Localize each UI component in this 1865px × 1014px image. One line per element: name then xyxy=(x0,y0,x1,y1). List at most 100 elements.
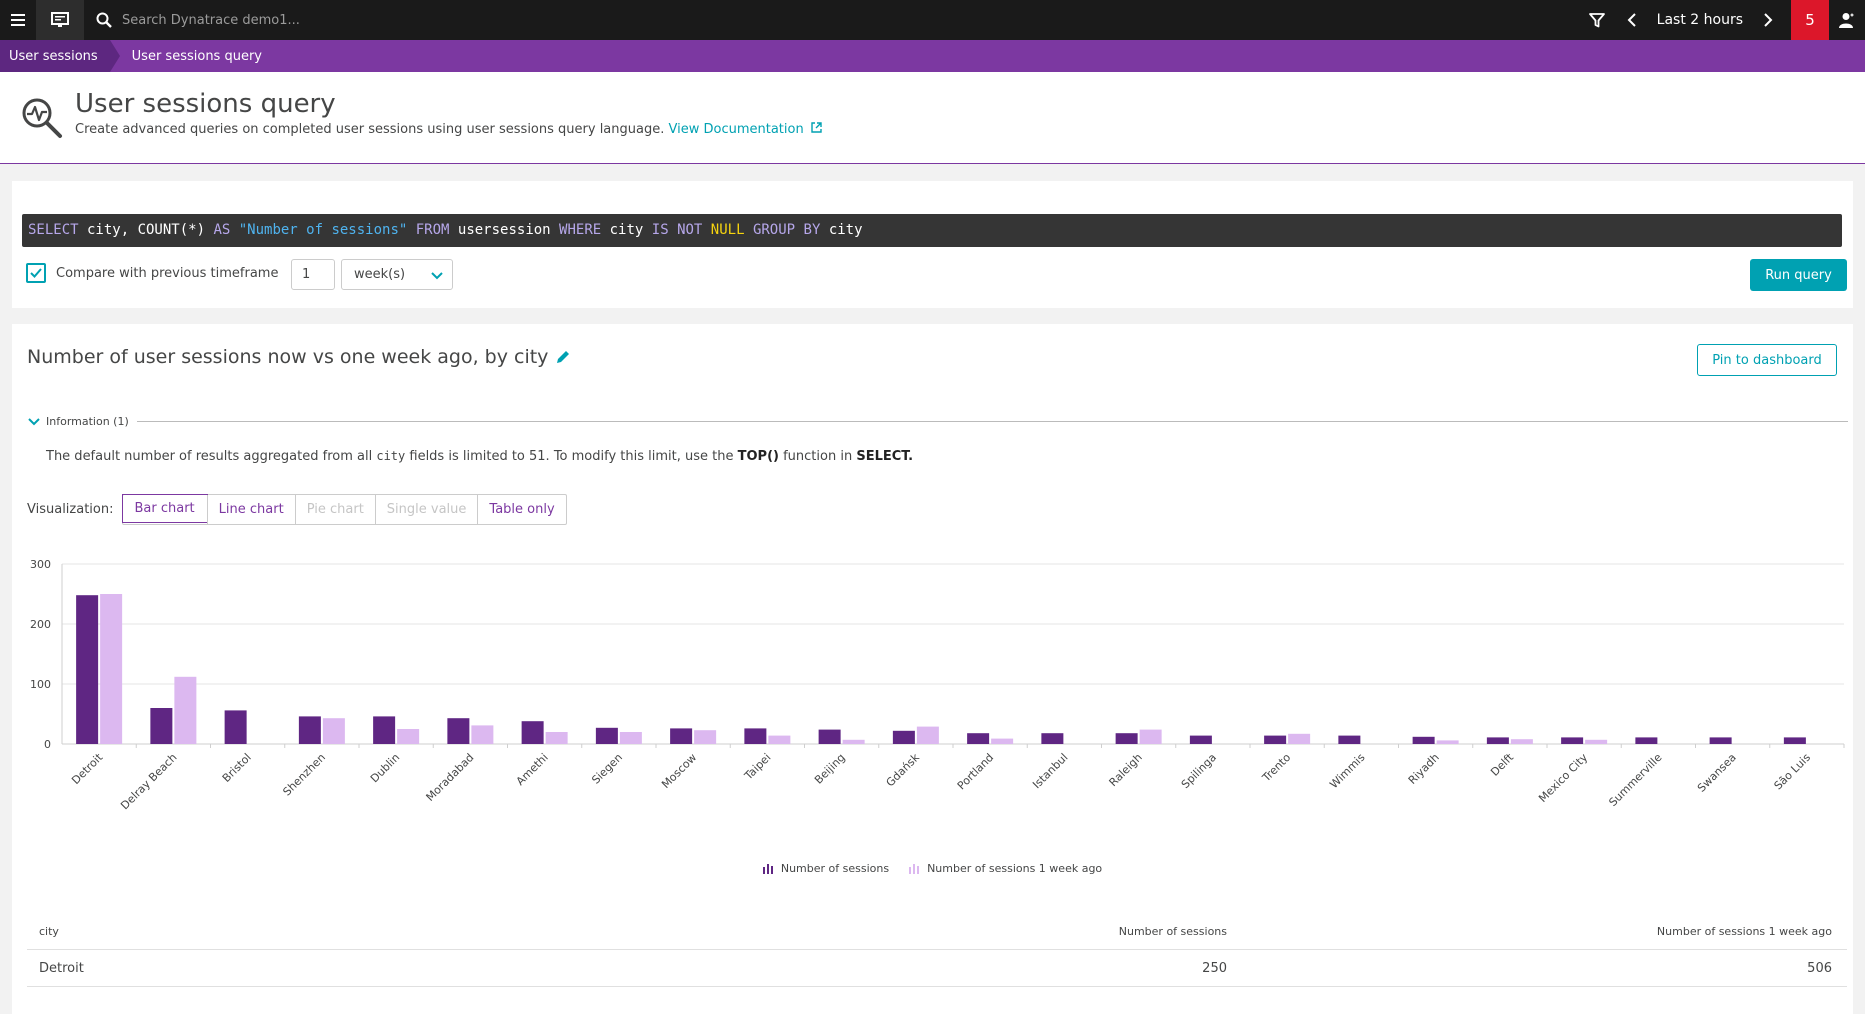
bar xyxy=(397,729,420,744)
page-header: User sessions query Create advanced quer… xyxy=(0,72,1865,164)
compare-unit-select[interactable]: week(s) xyxy=(341,259,453,290)
y-tick-label: 100 xyxy=(30,678,51,691)
table-header: city Number of sessions Number of sessio… xyxy=(27,914,1847,950)
compare-count-input[interactable]: 1 xyxy=(291,259,335,290)
x-tick-label: Gdańsk xyxy=(884,750,923,789)
bar xyxy=(521,721,544,744)
bar-chart: 0 100 200 300 Detroit Delray Beach Bristol Shen… xyxy=(30,558,1845,812)
tab-line-chart[interactable]: Line chart xyxy=(206,495,295,524)
column-header-sessions-week-ago[interactable]: Number of sessions 1 week ago xyxy=(1227,925,1832,938)
visualization-selector: Visualization: Bar chart Line chart Pie … xyxy=(27,494,567,525)
legend-item-sessions[interactable]: Number of sessions xyxy=(762,862,890,875)
tab-pie-chart: Pie chart xyxy=(294,495,375,524)
x-tick-label: Raleigh xyxy=(1107,751,1145,789)
chevron-right-icon[interactable] xyxy=(1753,0,1783,40)
bar xyxy=(595,727,618,744)
compare-label: Compare with previous timeframe xyxy=(56,265,279,281)
bar xyxy=(670,728,693,744)
query-editor[interactable]: SELECT city, COUNT(*) AS "Number of sess… xyxy=(22,214,1842,247)
description-text: Create advanced queries on completed use… xyxy=(75,122,665,137)
bar xyxy=(1115,733,1138,744)
bar xyxy=(892,730,915,744)
search-input[interactable] xyxy=(122,12,522,28)
monitor-icon[interactable] xyxy=(36,0,84,40)
bar xyxy=(1635,737,1658,744)
edit-pencil-icon[interactable] xyxy=(556,350,570,364)
result-panel: Number of user sessions now vs one week … xyxy=(12,324,1853,1014)
y-tick-label: 0 xyxy=(44,738,51,751)
bar xyxy=(818,729,841,744)
x-tick-label: Mexico City xyxy=(1536,751,1590,805)
bar-legend-icon xyxy=(909,863,920,874)
tab-bar-chart[interactable]: Bar chart xyxy=(121,494,208,523)
query-panel: SELECT city, COUNT(*) AS "Number of sess… xyxy=(12,181,1853,308)
bar xyxy=(1561,737,1584,744)
problems-indicator[interactable]: 5 xyxy=(1791,0,1829,40)
y-tick-label: 200 xyxy=(30,618,51,631)
bar xyxy=(373,716,396,744)
divider xyxy=(136,421,1848,422)
bar xyxy=(1585,739,1608,744)
breadcrumb-user-sessions[interactable]: User sessions xyxy=(0,40,120,72)
bar xyxy=(298,716,321,744)
column-header-city[interactable]: city xyxy=(27,925,827,938)
x-tick-label: Delray Beach xyxy=(118,751,179,812)
bar xyxy=(322,718,345,744)
bar xyxy=(1139,729,1162,744)
bar-legend-icon xyxy=(762,863,773,874)
information-section[interactable]: Information (1) xyxy=(28,415,1848,428)
cell-sessions: 250 xyxy=(1202,960,1227,976)
timeframe-selector[interactable]: Last 2 hours xyxy=(1647,12,1753,28)
tab-table-only[interactable]: Table only xyxy=(477,495,565,524)
bar xyxy=(76,595,99,744)
query-magnifier-icon xyxy=(22,98,62,138)
filter-icon[interactable] xyxy=(1577,0,1617,40)
bar xyxy=(1783,737,1806,744)
breadcrumb: User sessions User sessions query xyxy=(0,40,1865,72)
bar xyxy=(1486,737,1509,744)
menu-icon[interactable] xyxy=(0,0,36,40)
chevron-down-icon xyxy=(431,272,443,280)
result-title: Number of user sessions now vs one week … xyxy=(27,346,570,368)
user-icon[interactable] xyxy=(1829,0,1865,40)
bar xyxy=(224,710,247,744)
legend-label: Number of sessions xyxy=(780,862,890,875)
x-tick-label: Trento xyxy=(1259,751,1293,785)
bar xyxy=(991,738,1014,744)
external-link-icon xyxy=(811,122,822,133)
column-header-sessions[interactable]: Number of sessions xyxy=(827,925,1227,938)
bar xyxy=(1412,736,1435,744)
x-tick-label: Detroit xyxy=(69,750,105,786)
run-query-button[interactable]: Run query xyxy=(1750,259,1847,291)
compare-unit-value: week(s) xyxy=(354,267,406,282)
bar xyxy=(545,732,568,744)
bar xyxy=(916,726,939,744)
cell-sessions-week-ago: 506 xyxy=(1807,960,1832,976)
legend-item-sessions-week-ago[interactable]: Number of sessions 1 week ago xyxy=(909,862,1102,875)
global-search[interactable] xyxy=(96,0,522,40)
bar xyxy=(150,708,173,744)
x-tick-label: Moscow xyxy=(659,751,699,791)
top-navigation-bar: Last 2 hours 5 xyxy=(0,0,1865,40)
bar xyxy=(471,725,494,744)
x-tick-label: Delft xyxy=(1488,750,1516,778)
x-tick-label: Summerville xyxy=(1606,751,1664,809)
pin-to-dashboard-button[interactable]: Pin to dashboard xyxy=(1697,344,1837,376)
compare-option: Compare with previous timeframe xyxy=(26,263,278,283)
chevron-left-icon[interactable] xyxy=(1617,0,1647,40)
bar xyxy=(842,739,865,744)
x-tick-label: Riyadh xyxy=(1406,751,1442,787)
bar xyxy=(1264,735,1287,744)
bar xyxy=(619,732,642,744)
bar xyxy=(1041,733,1064,744)
information-label: Information (1) xyxy=(46,415,129,428)
x-tick-label: Shenzhen xyxy=(280,751,328,799)
x-tick-label: Dublin xyxy=(368,751,402,785)
x-tick-label: Moradabad xyxy=(424,751,477,804)
tab-single-value: Single value xyxy=(374,495,478,524)
x-tick-label: Amethi xyxy=(514,751,551,788)
compare-checkbox[interactable] xyxy=(26,263,46,283)
bar xyxy=(1436,740,1459,744)
view-documentation-link[interactable]: View Documentation xyxy=(669,122,822,137)
x-tick-label: Wimmis xyxy=(1327,751,1367,791)
